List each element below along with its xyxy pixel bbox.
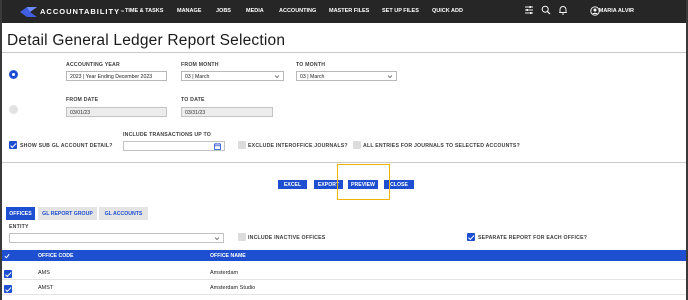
nav-item-manage[interactable]: MANAGE	[177, 8, 201, 14]
tab-offices[interactable]: OFFICES	[6, 207, 35, 220]
brand-trademark: ™	[120, 9, 125, 14]
office-name-cell: Amsterdam Studio	[210, 285, 256, 291]
office-code-cell: AMST	[38, 285, 54, 291]
accounting-year-select[interactable]: 2023 | Year Ending December 2023	[66, 71, 167, 81]
nav-item-jobs[interactable]: JOBS	[216, 8, 231, 14]
user-name[interactable]: MARIA ALVIR	[599, 8, 634, 14]
excel-button[interactable]: EXCEL	[278, 180, 307, 189]
office-name-header[interactable]: OFFICE NAME	[210, 253, 246, 259]
all-entries-checkbox[interactable]	[353, 141, 361, 149]
page-title: Detail General Ledger Report Selection	[7, 32, 286, 49]
all-entries-label: ALL ENTRIES FOR JOURNALS TO SELECTED ACC…	[363, 143, 520, 149]
nav-item-quick-add[interactable]: QUICK ADD	[432, 8, 463, 14]
row-checkbox[interactable]	[4, 285, 12, 293]
office-name-cell: Amsterdam	[210, 270, 239, 276]
to-date-label: TO DATE	[181, 97, 205, 103]
show-sub-gl-checkbox[interactable]	[9, 141, 17, 149]
brand-logo[interactable]: ACCOUNTABILITY ™	[20, 6, 142, 17]
to-month-label: TO MONTH	[296, 62, 326, 68]
from-month-label: FROM MONTH	[181, 62, 219, 68]
offices-table-header: OFFICE CODE OFFICE NAME	[2, 250, 686, 261]
options-divider	[2, 162, 686, 163]
exclude-interoffice-checkbox[interactable]	[238, 141, 246, 149]
preview-highlight-box	[337, 164, 390, 200]
accounting-year-radio[interactable]	[9, 70, 18, 79]
include-transactions-label: INCLUDE TRANSACTIONS UP TO	[123, 132, 212, 138]
from-date-field[interactable]: 03/01/23	[66, 107, 167, 117]
date-range-radio[interactable]	[9, 105, 18, 114]
include-inactive-label: INCLUDE INACTIVE OFFICES	[248, 235, 326, 241]
from-month-value: 03 | March	[185, 74, 210, 80]
nav-item-master-files[interactable]: MASTER FILES	[329, 8, 369, 14]
separate-report-checkbox[interactable]	[467, 233, 475, 241]
chevron-down-icon	[274, 75, 280, 79]
top-navigation-bar: ACCOUNTABILITY ™ TIME & TASKS MANAGE JOBS…	[2, 0, 686, 23]
tab-gl-accounts[interactable]: GL ACCOUNTS	[99, 207, 148, 220]
accounting-year-value: 2023 | Year Ending December 2023	[70, 74, 153, 80]
app-window: ACCOUNTABILITY ™ TIME & TASKS MANAGE JOBS…	[0, 0, 688, 300]
filter-sliders-icon[interactable]	[524, 5, 534, 15]
chevron-down-icon	[387, 75, 393, 79]
from-date-label: FROM DATE	[66, 97, 99, 103]
title-divider	[2, 52, 686, 53]
nav-item-accounting[interactable]: ACCOUNTING	[279, 8, 316, 14]
separate-report-label: SEPARATE REPORT FOR EACH OFFICE?	[478, 235, 588, 241]
from-date-value: 03/01/23	[70, 110, 91, 116]
table-row[interactable]: AMST Amsterdam Studio	[2, 282, 686, 295]
table-row[interactable]: AMS Amsterdam	[2, 267, 686, 280]
entity-label: ENTITY	[9, 224, 29, 230]
calendar-icon[interactable]	[214, 143, 221, 150]
accounting-year-label: ACCOUNTING YEAR	[66, 62, 120, 68]
include-transactions-date-field[interactable]	[123, 141, 225, 151]
nav-item-media[interactable]: MEDIA	[246, 8, 264, 14]
row-checkbox[interactable]	[4, 270, 12, 278]
to-month-select[interactable]: 03 | March	[296, 71, 397, 81]
notification-bell-icon[interactable]	[558, 5, 568, 15]
entity-select[interactable]	[9, 233, 224, 243]
brand-name: ACCOUNTABILITY	[40, 7, 121, 16]
to-date-value: 03/31/23	[185, 110, 206, 116]
include-inactive-checkbox[interactable]	[238, 233, 246, 241]
nav-item-set-up-files[interactable]: SET UP FILES	[382, 8, 419, 14]
exclude-interoffice-label: EXCLUDE INTEROFFICE JOURNALS?	[248, 143, 348, 149]
nav-icon-group	[524, 5, 568, 15]
office-code-header[interactable]: OFFICE CODE	[38, 253, 73, 259]
search-icon[interactable]	[541, 5, 551, 15]
select-all-check-icon[interactable]	[4, 253, 10, 259]
logo-icon	[20, 6, 37, 17]
chevron-down-icon	[214, 237, 220, 241]
from-month-select[interactable]: 03 | March	[181, 71, 284, 81]
office-code-cell: AMS	[38, 270, 50, 276]
to-month-value: 03 | March	[300, 74, 325, 80]
to-date-field[interactable]: 03/31/23	[181, 107, 273, 117]
tab-gl-report-group[interactable]: GL REPORT GROUP	[38, 207, 97, 220]
nav-item-time-tasks[interactable]: TIME & TASKS	[125, 8, 163, 14]
show-sub-gl-label: SHOW SUB GL ACCOUNT DETAIL?	[20, 143, 113, 149]
